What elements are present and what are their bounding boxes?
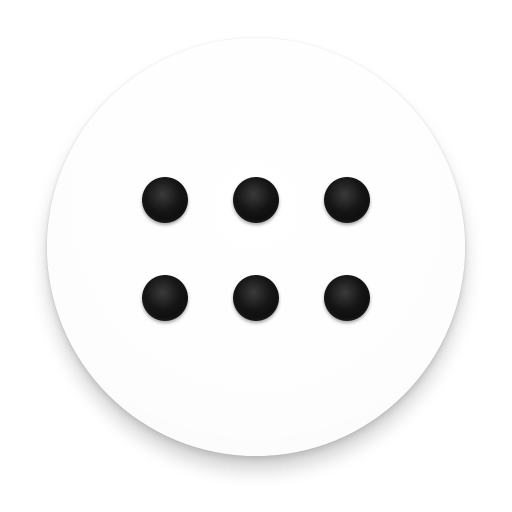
app-icon-canvas bbox=[0, 0, 512, 512]
grid-dot-icon bbox=[142, 275, 188, 321]
grid-dot-icon bbox=[233, 275, 279, 321]
app-drawer-grid-icon[interactable] bbox=[47, 38, 465, 456]
grid-dot-icon bbox=[324, 177, 370, 223]
grid-dot-icon bbox=[324, 275, 370, 321]
grid-dot-icon bbox=[142, 177, 188, 223]
grid-dot-icon bbox=[233, 177, 279, 223]
